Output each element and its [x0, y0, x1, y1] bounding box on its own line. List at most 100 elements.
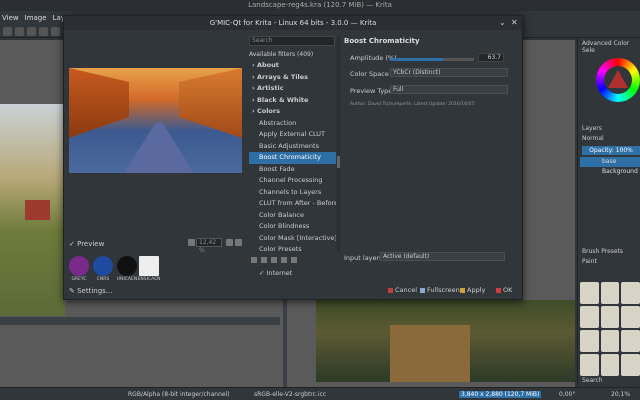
filter-toolbar: [251, 257, 297, 263]
brush-preset[interactable]: [580, 282, 599, 304]
cancel-label: Cancel: [395, 286, 418, 294]
fullscreen-button[interactable]: Fullscreen: [420, 286, 460, 294]
remove-fave-icon[interactable]: [271, 257, 277, 263]
brush-search-input[interactable]: Search: [582, 377, 603, 384]
settings-label: Settings...: [77, 287, 113, 295]
apply-button[interactable]: Apply: [460, 286, 485, 294]
visibility-icon[interactable]: [281, 257, 287, 263]
filter-preview-image[interactable]: [69, 68, 242, 173]
available-filters-label: Available filters (409): [249, 51, 314, 58]
menu-view[interactable]: View: [2, 14, 19, 22]
preview-trees-left: [69, 68, 129, 138]
opacity-slider[interactable]: Opacity: 100%: [582, 146, 640, 155]
brush-preset[interactable]: [600, 306, 620, 328]
preview-zoom-field[interactable]: 12,42 %: [196, 238, 222, 254]
amplitude-spinbox[interactable]: 63.7: [478, 53, 504, 62]
filter-category[interactable]: › Arrays & Tiles: [249, 72, 336, 84]
filter-item[interactable]: Basic Adjustments: [249, 141, 336, 153]
settings-icon[interactable]: [51, 27, 60, 36]
ok-icon: [496, 287, 501, 293]
zoom-fit-icon[interactable]: [188, 239, 195, 246]
krita-title-bar: Landscape-reg4s.kra (120.7 MiB) — Krita: [0, 0, 640, 11]
rename-fave-icon[interactable]: [261, 257, 267, 263]
ok-button[interactable]: OK: [496, 286, 512, 294]
filter-category[interactable]: › Black & White: [249, 95, 336, 107]
refresh-icon[interactable]: [291, 257, 297, 263]
filter-item[interactable]: Apply External CLUT: [249, 129, 336, 141]
internet-checkbox[interactable]: ✓ Internet: [259, 269, 292, 277]
blend-mode-select[interactable]: Normal: [582, 135, 604, 142]
filter-item[interactable]: Boost Chromaticity: [249, 152, 336, 164]
amplitude-slider-track: [444, 58, 474, 61]
layer-row-background[interactable]: Background: [580, 167, 640, 177]
filter-author-info: Author: David Tschumperlé. Latest Update…: [350, 102, 476, 107]
filter-scrollbar[interactable]: [337, 36, 340, 252]
color-selector-title: Advanced Color Sele: [582, 40, 630, 54]
filter-item[interactable]: Color Presets: [249, 244, 336, 252]
filter-item[interactable]: CLUT from After - Before: [249, 198, 336, 210]
add-fave-icon[interactable]: [251, 257, 257, 263]
canvas-horizontal-scrollbar[interactable]: [0, 317, 280, 325]
filter-search-input[interactable]: Search: [249, 36, 335, 46]
status-bar: RGB/Alpha (8-bit integer/channel) sRGB-e…: [0, 387, 640, 400]
filter-category[interactable]: › Colors: [249, 106, 336, 118]
brush-preset[interactable]: [621, 354, 640, 376]
chevron-right-icon: ›: [252, 61, 257, 69]
filter-name-title: Boost Chromaticity: [344, 37, 420, 45]
preview-trees-right: [179, 68, 242, 138]
internet-label: Internet: [266, 269, 293, 277]
new-icon[interactable]: [3, 27, 12, 36]
filter-item[interactable]: Color Blindness: [249, 221, 336, 233]
chevron-right-icon: ›: [252, 72, 257, 81]
brush-preset[interactable]: [621, 306, 640, 328]
filter-item[interactable]: Channel Processing: [249, 175, 336, 187]
zoom-in-icon[interactable]: [226, 239, 233, 246]
color-space-label: Color Space: [350, 70, 389, 78]
brush-preset[interactable]: [600, 330, 620, 352]
input-layers-label: Input layers: [344, 254, 383, 262]
brush-preset[interactable]: [621, 330, 640, 352]
greyc-logo: [69, 256, 89, 276]
filter-item[interactable]: Abstraction: [249, 118, 336, 130]
redo-icon[interactable]: [39, 27, 48, 36]
preview-type-label: Preview Type: [350, 87, 393, 95]
gmic-dialog: G'MIC-Qt for Krita - Linux 64 bits - 3.0…: [63, 15, 523, 300]
preview-type-select[interactable]: Full: [390, 85, 508, 94]
brush-tag-select[interactable]: Paint: [582, 258, 597, 265]
filter-item[interactable]: Color Balance: [249, 210, 336, 222]
brush-preset[interactable]: [600, 282, 620, 304]
layer-row-base[interactable]: base: [580, 157, 640, 167]
menu-image[interactable]: Image: [25, 14, 47, 22]
filter-item[interactable]: Boost Fade: [249, 164, 336, 176]
brush-preset[interactable]: [600, 354, 620, 376]
color-triangle[interactable]: [608, 70, 628, 88]
cnrs-logo-label: CNRS: [96, 277, 110, 282]
minimize-icon[interactable]: ⌄: [499, 18, 506, 27]
cnrs-logo: [93, 256, 113, 276]
undo-icon[interactable]: [27, 27, 36, 36]
open-icon[interactable]: [15, 27, 24, 36]
brush-preset[interactable]: [580, 354, 599, 376]
filter-category[interactable]: › Artistic: [249, 83, 336, 95]
unicaen-logo-label: UNICAEN: [116, 277, 138, 282]
cancel-button[interactable]: Cancel: [388, 286, 417, 294]
color-space-select[interactable]: YCbCr (Distinct): [390, 68, 508, 77]
zoom-out-icon[interactable]: [235, 239, 242, 246]
preview-label: Preview: [77, 240, 105, 248]
cancel-icon: [388, 287, 393, 293]
close-icon[interactable]: ✕: [511, 18, 518, 27]
filter-scrollbar-thumb[interactable]: [337, 156, 340, 168]
input-layers-select[interactable]: Active (default): [380, 252, 505, 261]
preview-checkbox[interactable]: ✓ Preview: [69, 240, 104, 248]
settings-button[interactable]: ✎ Settings...: [69, 287, 112, 295]
brush-preset[interactable]: [580, 306, 599, 328]
amplitude-slider[interactable]: [390, 58, 444, 61]
filter-category[interactable]: › About: [249, 60, 336, 72]
fullscreen-label: Fullscreen: [427, 286, 460, 294]
filter-item[interactable]: Channels to Layers: [249, 187, 336, 199]
brush-preset[interactable]: [580, 330, 599, 352]
brush-preset[interactable]: [621, 282, 640, 304]
status-rotation: 0,00°: [559, 391, 576, 398]
status-zoom[interactable]: 20,1%: [611, 391, 630, 398]
filter-item[interactable]: Color Mask [Interactive]: [249, 233, 336, 245]
